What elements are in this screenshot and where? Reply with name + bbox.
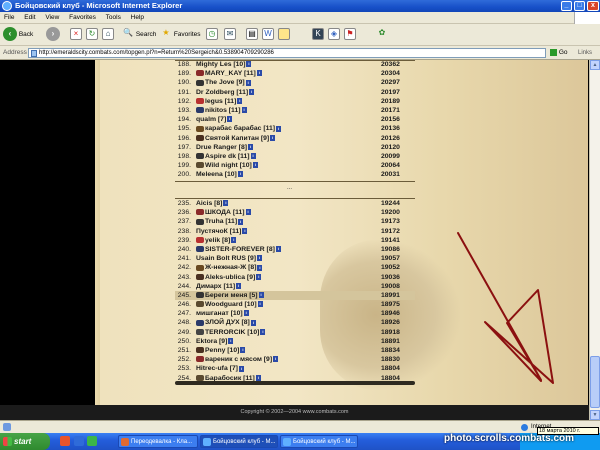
scroll-down-icon[interactable]: ▼: [590, 410, 600, 420]
start-button[interactable]: start: [0, 433, 50, 450]
opera-icon[interactable]: [60, 436, 70, 446]
arrow-stroke: [457, 232, 554, 384]
vertical-scrollbar[interactable]: ▲ ▼: [589, 60, 600, 420]
task-button-active[interactable]: Бойцовский клуб - M...: [200, 435, 278, 448]
task-label: Бойцовский клуб - M...: [213, 439, 276, 445]
task-icon: [283, 438, 291, 446]
task-label: Переодевалка - Кла...: [131, 439, 193, 445]
quicklaunch-icon[interactable]: [87, 436, 97, 446]
task-icon: [203, 438, 211, 446]
start-label: start: [14, 437, 32, 446]
task-button[interactable]: Бойцовский клуб - M...: [280, 435, 358, 448]
windows-flag-icon: [3, 437, 12, 446]
globe-icon: [521, 424, 528, 431]
status-bar: Internet: [0, 420, 600, 433]
task-label: Бойцовский клуб - M...: [293, 439, 356, 445]
scroll-thumb[interactable]: [590, 356, 600, 408]
date-tooltip: 18 марта 2010 г.: [537, 427, 599, 435]
task-button[interactable]: Переодевалка - Кла...: [118, 435, 198, 448]
scroll-up-icon[interactable]: ▲: [590, 60, 600, 70]
ie-quicklaunch-icon[interactable]: [74, 436, 84, 446]
task-icon: [121, 438, 129, 446]
annotation-arrow: [457, 232, 554, 384]
page-status-icon: [3, 423, 11, 431]
